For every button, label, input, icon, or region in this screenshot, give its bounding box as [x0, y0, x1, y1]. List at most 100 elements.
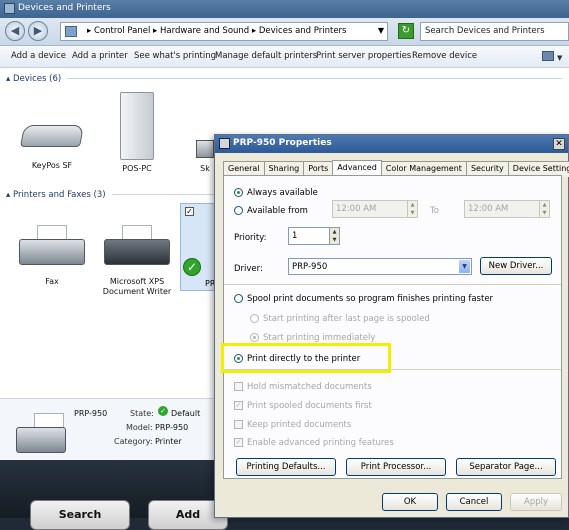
see-whats-printing-button[interactable]: See what's printing: [134, 51, 216, 61]
checkbox-icon: [234, 382, 243, 391]
fax-icon: [19, 225, 85, 265]
ok-button[interactable]: OK: [382, 493, 438, 511]
always-available-radio[interactable]: Always available: [234, 188, 318, 198]
print-processor-button[interactable]: Print Processor...: [346, 458, 446, 476]
add-device-button[interactable]: Add a device: [11, 51, 66, 61]
section-divider: [111, 194, 217, 195]
cancel-button[interactable]: Cancel: [446, 493, 502, 511]
selection-checkbox[interactable]: ✓: [185, 207, 194, 216]
chevron-down-icon[interactable]: ▼: [557, 54, 562, 62]
enable-advanced-label: Enable advanced printing features: [247, 438, 394, 448]
chevron-down-icon[interactable]: ▼: [378, 26, 384, 35]
start-immediately-label: Start printing immediately: [263, 333, 376, 343]
device-label: Sk: [200, 164, 210, 173]
printer-label: Fax: [45, 277, 59, 286]
printer-icon: [219, 138, 230, 149]
hold-mismatched-label: Hold mismatched documents: [247, 382, 372, 392]
separator-page-button[interactable]: Separator Page...: [456, 458, 556, 476]
default-printer-check-icon: ✓: [183, 258, 201, 276]
devices-section-label: Devices (6): [12, 74, 62, 84]
keep-printed-label: Keep printed documents: [247, 420, 352, 430]
device-keypos-sf[interactable]: KeyPos SF: [14, 125, 90, 171]
print-spooled-first-label: Print spooled documents first: [247, 401, 372, 411]
command-bar: Add a device Add a printer See what's pr…: [0, 46, 569, 68]
device-pos-pc[interactable]: POS-PC: [99, 92, 175, 174]
tab-strip: General Sharing Ports Advanced Color Managem…: [223, 159, 569, 178]
details-pane: PRP-950 State: ✓ Default Model: PRP-950 …: [0, 398, 215, 460]
view-options-icon[interactable]: [542, 51, 554, 61]
driver-label: Driver:: [234, 264, 263, 274]
print-server-properties-button[interactable]: Print server properties: [316, 51, 411, 61]
keep-printed-checkbox: Keep printed documents: [234, 420, 351, 430]
to-label: To: [430, 206, 439, 216]
hold-mismatched-checkbox: Hold mismatched documents: [234, 382, 372, 392]
details-category-label: Category:: [114, 437, 153, 446]
devices-printers-icon: [4, 3, 15, 14]
checkbox-icon: ✓: [234, 401, 243, 410]
dialog-title: PRP-950 Properties: [233, 138, 332, 148]
control-panel-icon: [65, 26, 77, 37]
details-state-value: Default: [171, 409, 201, 418]
details-name: PRP-950: [74, 409, 108, 418]
driver-select[interactable]: PRP-950 ▼: [288, 258, 472, 275]
details-model-value: PRP-950: [155, 423, 189, 432]
priority-label: Priority:: [234, 233, 267, 243]
details-model-label: Model:: [126, 423, 153, 432]
time-from-field: 12:00 AM: [332, 200, 418, 218]
radio-icon: [250, 314, 259, 323]
priority-spinner[interactable]: ▲ ▼: [329, 228, 339, 244]
breadcrumb-hardware-and-sound[interactable]: Hardware and Sound: [160, 26, 249, 36]
printer-body-shape: [104, 239, 170, 265]
breadcrumb-control-panel[interactable]: Control Panel: [94, 26, 150, 36]
devices-section-header[interactable]: ▴ Devices (6): [6, 74, 563, 84]
window-title-bar: Devices and Printers: [0, 0, 569, 18]
section-divider: [67, 78, 563, 79]
add-printer-button[interactable]: Add a printer: [72, 51, 128, 61]
manage-default-printers-button[interactable]: Manage default printers: [215, 51, 317, 61]
checkbox-icon: ✓: [234, 438, 243, 447]
device-icon: [196, 140, 214, 158]
printer-label: Microsoft XPS Document Writer: [102, 277, 172, 296]
available-from-label: Available from: [247, 206, 308, 216]
printer-body-shape: [16, 427, 66, 453]
details-category-value: Printer: [155, 437, 182, 446]
search-button[interactable]: Search: [30, 500, 130, 530]
chevron-down-icon[interactable]: ▼: [459, 260, 470, 273]
highlight-box: [221, 343, 391, 373]
printer-icon: [104, 225, 170, 265]
refresh-icon[interactable]: ↻: [398, 23, 414, 39]
printing-defaults-button[interactable]: Printing Defaults...: [236, 458, 336, 476]
printer-properties-dialog: PRP-950 Properties ✕ General Sharing Ports…: [214, 134, 569, 518]
new-driver-button[interactable]: New Driver...: [480, 257, 552, 275]
dialog-title-bar: PRP-950 Properties ✕: [215, 135, 568, 153]
close-icon[interactable]: ✕: [553, 138, 565, 150]
available-from-radio[interactable]: Available from: [234, 206, 308, 216]
start-after-last-page-label: Start printing after last page is spoole…: [263, 314, 430, 324]
remove-device-button[interactable]: Remove device: [412, 51, 477, 61]
time-to-field: 12:00 AM: [464, 200, 550, 218]
advanced-tab-panel: Always available Available from 12:00 AM…: [223, 175, 562, 479]
back-button[interactable]: ◀: [5, 21, 25, 41]
print-spooled-first-checkbox: ✓ Print spooled documents first: [234, 401, 372, 411]
details-state-label: State:: [130, 409, 154, 418]
time-to-spinner: ▲ ▼: [539, 201, 549, 217]
start-immediately-radio: Start printing immediately: [250, 333, 375, 343]
breadcrumb-devices-and-printers[interactable]: Devices and Printers: [259, 26, 347, 36]
search-input[interactable]: Search Devices and Printers: [420, 22, 569, 41]
driver-value: PRP-950: [292, 262, 328, 272]
printers-section-label: Printers and Faxes (3): [12, 190, 106, 200]
printer-microsoft-xps[interactable]: Microsoft XPS Document Writer: [98, 225, 176, 297]
device-label: KeyPos SF: [31, 161, 73, 170]
printers-section-header[interactable]: ▴ Printers and Faxes (3): [6, 190, 217, 200]
device-partial[interactable]: Sk: [196, 140, 214, 174]
printer-icon: [16, 413, 82, 453]
spool-radio[interactable]: Spool print documents so program finishe…: [234, 294, 493, 304]
enable-advanced-checkbox: ✓ Enable advanced printing features: [234, 438, 394, 448]
breadcrumb[interactable]: ▸ Control Panel ▸ Hardware and Sound ▸ D…: [60, 22, 388, 41]
apply-button: Apply: [510, 493, 562, 511]
start-after-last-page-radio: Start printing after last page is spoole…: [250, 314, 430, 324]
forward-button[interactable]: ▶: [28, 21, 48, 41]
radio-icon: [234, 188, 243, 197]
printer-fax[interactable]: Fax: [14, 225, 90, 287]
divider: [224, 284, 561, 285]
